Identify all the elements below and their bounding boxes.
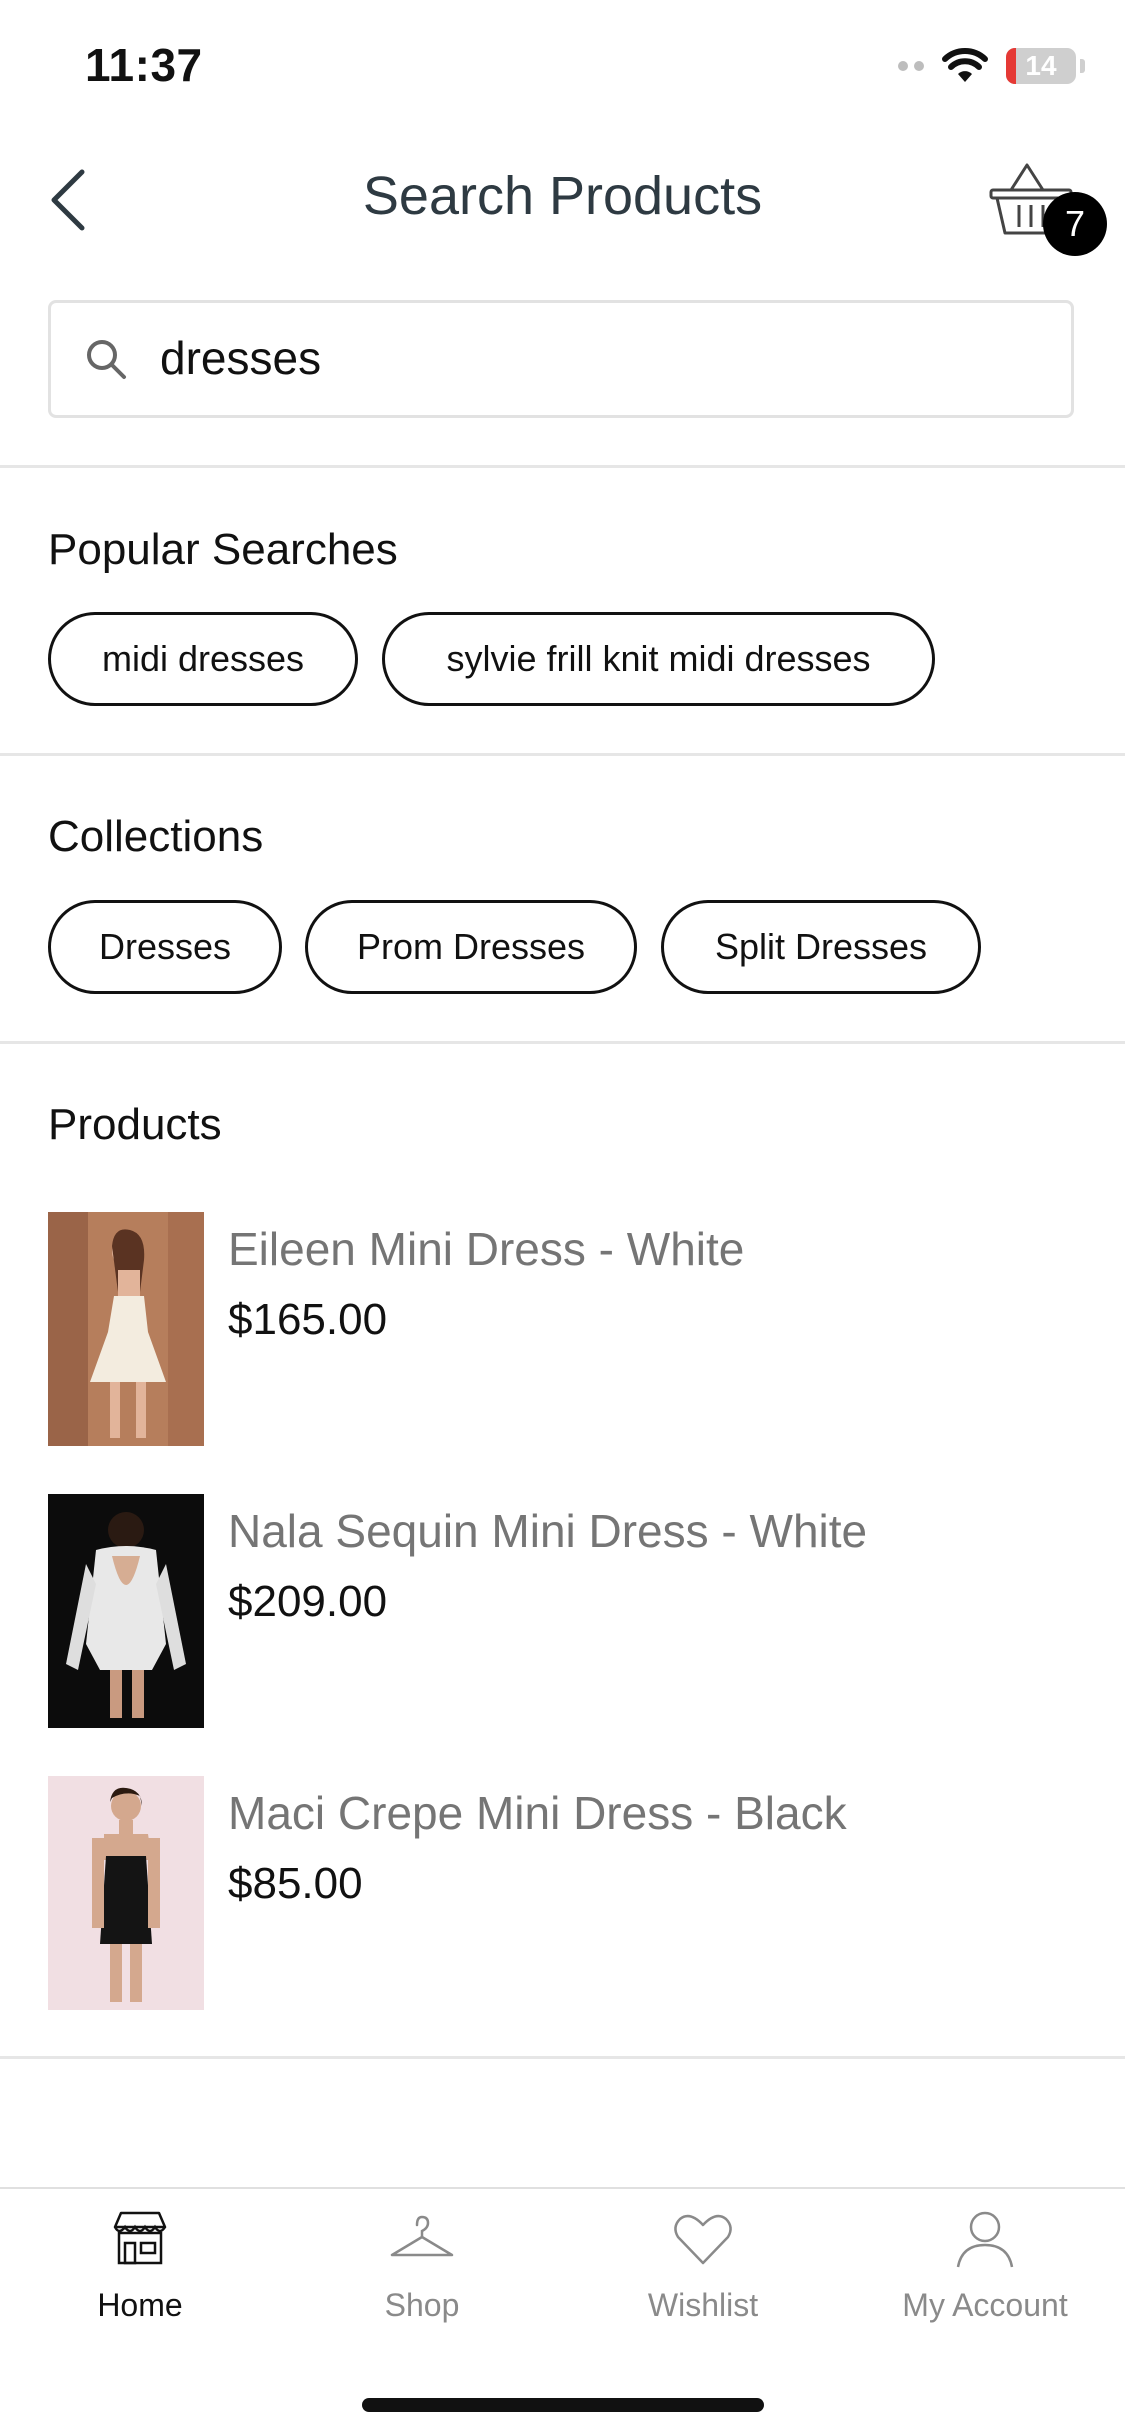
store-icon bbox=[113, 2211, 167, 2265]
divider bbox=[0, 465, 1125, 468]
tab-shop-label: Shop bbox=[384, 2287, 460, 2323]
battery-icon: 14 bbox=[1006, 48, 1076, 84]
cart-count-badge: 7 bbox=[1043, 192, 1107, 256]
product-image[interactable] bbox=[48, 1776, 204, 2010]
tabbar-divider bbox=[0, 2187, 1125, 2189]
product-price: $165.00 bbox=[228, 1295, 388, 1344]
product-image[interactable] bbox=[48, 1494, 204, 1728]
page-title: Search Products bbox=[362, 166, 763, 226]
tab-home-label: Home bbox=[97, 2287, 183, 2323]
collections-heading: Collections bbox=[48, 812, 264, 861]
battery-level: 14 bbox=[1025, 50, 1057, 81]
product-price: $85.00 bbox=[228, 1859, 363, 1908]
home-indicator bbox=[362, 2398, 764, 2412]
status-time: 11:37 bbox=[85, 39, 203, 91]
divider bbox=[0, 753, 1125, 756]
status-icons: 14 bbox=[898, 44, 1085, 88]
collection-chip[interactable]: Split Dresses bbox=[661, 900, 981, 994]
user-icon bbox=[956, 2211, 1014, 2268]
tab-shop[interactable]: Shop bbox=[322, 2205, 522, 2325]
tab-home[interactable]: Home bbox=[40, 2205, 240, 2325]
product-price: $209.00 bbox=[228, 1577, 388, 1626]
popular-searches-heading: Popular Searches bbox=[48, 525, 398, 574]
collection-chip[interactable]: Prom Dresses bbox=[305, 900, 637, 994]
product-name[interactable]: Maci Crepe Mini Dress - Black bbox=[228, 1786, 847, 1840]
tab-my-account[interactable]: My Account bbox=[885, 2205, 1085, 2325]
heart-icon bbox=[674, 2214, 732, 2265]
divider bbox=[0, 2056, 1125, 2059]
search-icon bbox=[87, 340, 126, 379]
tab-my-account-label: My Account bbox=[902, 2287, 1068, 2323]
divider bbox=[0, 1041, 1125, 1044]
tab-wishlist[interactable]: Wishlist bbox=[603, 2205, 803, 2325]
product-image[interactable] bbox=[48, 1212, 204, 1446]
tab-wishlist-label: Wishlist bbox=[647, 2287, 759, 2323]
collection-chip[interactable]: Dresses bbox=[48, 900, 282, 994]
search-input[interactable] bbox=[160, 318, 1040, 398]
wifi-icon bbox=[942, 48, 988, 82]
products-heading: Products bbox=[48, 1100, 222, 1149]
popular-search-chip[interactable]: sylvie frill knit midi dresses bbox=[382, 612, 935, 706]
cellular-signal-icon bbox=[898, 61, 924, 71]
hanger-icon bbox=[390, 2215, 454, 2257]
popular-search-chip[interactable]: midi dresses bbox=[48, 612, 358, 706]
product-name[interactable]: Nala Sequin Mini Dress - White bbox=[228, 1504, 867, 1558]
product-name[interactable]: Eileen Mini Dress - White bbox=[228, 1222, 744, 1276]
